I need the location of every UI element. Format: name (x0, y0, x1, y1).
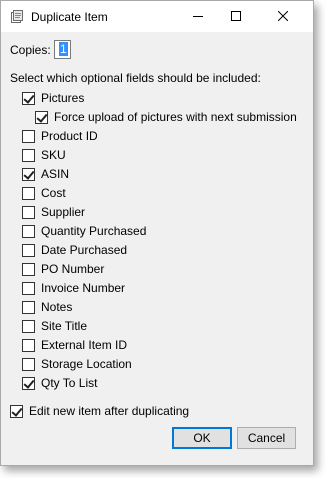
checkbox-storage-location[interactable]: Storage Location (22, 356, 132, 372)
checkbox-date-purchased[interactable]: Date Purchased (22, 242, 127, 258)
close-button[interactable] (260, 1, 306, 32)
checkbox-po-number[interactable]: PO Number (22, 261, 104, 277)
minimize-icon (193, 10, 203, 24)
checkbox-box[interactable] (22, 186, 35, 200)
checkbox-label: Notes (41, 300, 73, 314)
checkbox-box[interactable] (22, 205, 35, 219)
checkbox-box[interactable] (35, 110, 48, 124)
document-icon (10, 10, 24, 24)
close-icon (277, 10, 289, 24)
ok-button[interactable]: OK (172, 427, 232, 449)
checkbox-box[interactable] (10, 404, 23, 418)
checkbox-cost[interactable]: Cost (22, 185, 66, 201)
copies-value: 1 (59, 42, 68, 56)
checkbox-quantity-purchased[interactable]: Quantity Purchased (22, 223, 146, 239)
checkbox-site-title[interactable]: Site Title (22, 318, 87, 334)
dialog-content: Copies: 1 Select which optional fields s… (1, 32, 313, 465)
checkbox-box[interactable] (22, 224, 35, 238)
checkbox-box[interactable] (22, 357, 35, 371)
duplicate-item-dialog: Duplicate Item Copies: 1 Select which op… (0, 0, 314, 466)
checkbox-label: Site Title (41, 319, 88, 333)
checkbox-box[interactable] (22, 319, 35, 333)
checkbox-external-item-id[interactable]: External Item ID (22, 337, 127, 353)
checkbox-box[interactable] (22, 243, 35, 257)
checkbox-label: Edit new item after duplicating (29, 404, 190, 418)
checkbox-product-id[interactable]: Product ID (22, 128, 98, 144)
maximize-button[interactable] (213, 1, 259, 32)
checkbox-label: Cost (41, 186, 66, 200)
checkbox-label: Product ID (41, 129, 98, 143)
checkbox-label: ASIN (41, 167, 70, 181)
optional-fields-label: Select which optional fields should be i… (10, 71, 261, 85)
checkbox-box[interactable] (22, 376, 35, 390)
cancel-button[interactable]: Cancel (237, 427, 296, 449)
checkbox-invoice-number[interactable]: Invoice Number (22, 280, 125, 296)
checkbox-asin[interactable]: ASIN (22, 166, 69, 182)
checkbox-box[interactable] (22, 148, 35, 162)
checkbox-supplier[interactable]: Supplier (22, 204, 85, 220)
checkbox-qty-to-list[interactable]: Qty To List (22, 375, 97, 391)
checkbox-pictures[interactable]: Pictures (22, 90, 84, 106)
checkbox-label: External Item ID (41, 338, 128, 352)
checkbox-label: Force upload of pictures with next submi… (54, 110, 297, 124)
checkbox-force-upload-pictures[interactable]: Force upload of pictures with next submi… (35, 109, 297, 125)
checkbox-label: PO Number (41, 262, 105, 276)
copies-label: Copies: (10, 43, 51, 57)
checkbox-label: SKU (41, 148, 66, 162)
window-title: Duplicate Item (31, 10, 108, 24)
checkbox-label: Quantity Purchased (41, 224, 147, 238)
checkbox-label: Pictures (41, 91, 85, 105)
maximize-icon (231, 10, 241, 24)
checkbox-edit-after-duplicating[interactable]: Edit new item after duplicating (10, 403, 189, 419)
checkbox-label: Date Purchased (41, 243, 128, 257)
checkbox-label: Storage Location (41, 357, 132, 371)
checkbox-box[interactable] (22, 281, 35, 295)
copies-input[interactable]: 1 (54, 40, 71, 59)
checkbox-box[interactable] (22, 262, 35, 276)
checkbox-sku[interactable]: SKU (22, 147, 66, 163)
checkbox-label: Invoice Number (41, 281, 126, 295)
checkbox-box[interactable] (22, 338, 35, 352)
title-bar: Duplicate Item (1, 1, 313, 32)
checkbox-box[interactable] (22, 167, 35, 181)
checkbox-label: Qty To List (41, 376, 98, 390)
checkbox-box[interactable] (22, 300, 35, 314)
checkbox-box[interactable] (22, 91, 35, 105)
checkbox-box[interactable] (22, 129, 35, 143)
checkbox-label: Supplier (41, 205, 86, 219)
checkbox-notes[interactable]: Notes (22, 299, 72, 315)
